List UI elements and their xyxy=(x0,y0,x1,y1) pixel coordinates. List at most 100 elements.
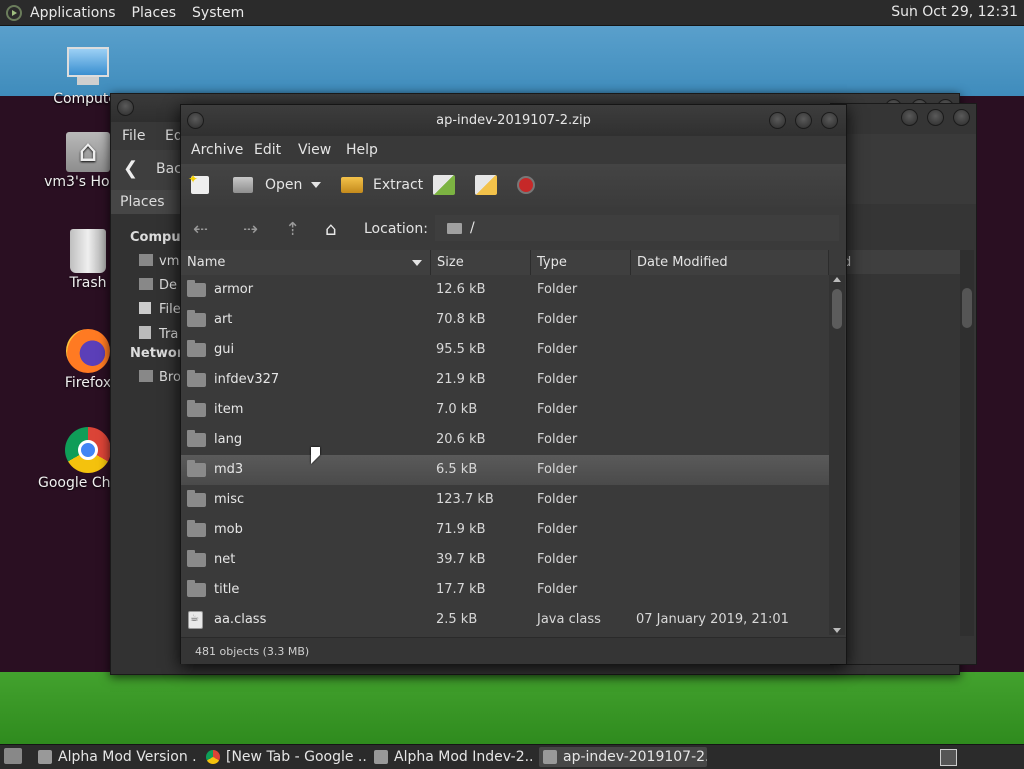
taskbar-item-chrome[interactable]: [New Tab - Google ... xyxy=(206,747,366,767)
column-header-size[interactable]: Size xyxy=(431,250,531,275)
file-name: art xyxy=(214,312,233,327)
maximize-icon[interactable] xyxy=(927,109,944,126)
sidebar-item-label: File xyxy=(159,302,181,317)
home-icon[interactable]: ⌂ xyxy=(325,219,336,240)
sidebar-item-desktop[interactable]: De xyxy=(139,278,177,293)
open-dropdown-button[interactable] xyxy=(311,172,321,198)
add-files-button[interactable] xyxy=(433,172,455,198)
up-arrow-icon[interactable]: ⇡ xyxy=(285,219,300,240)
menu-view[interactable]: View xyxy=(298,142,331,158)
sort-descending-icon xyxy=(412,260,422,266)
file-type: Folder xyxy=(537,402,578,417)
sidebar-item-browse-network[interactable]: Bro xyxy=(139,370,181,385)
window-menu-icon[interactable] xyxy=(117,99,134,116)
background-scrollbar[interactable] xyxy=(960,250,974,636)
location-field[interactable]: / xyxy=(435,215,839,241)
back-arrow-icon[interactable]: ❮ xyxy=(123,158,138,179)
menu-help[interactable]: Help xyxy=(346,142,378,158)
file-row[interactable]: lang 20.6 kB Folder xyxy=(181,425,829,455)
open-button[interactable]: Open xyxy=(233,172,302,198)
file-row[interactable]: mob 71.9 kB Folder xyxy=(181,515,829,545)
file-name: net xyxy=(214,552,236,567)
menu-file[interactable]: File xyxy=(122,128,145,144)
menu-edit[interactable]: Edit xyxy=(254,142,281,158)
top-panel: Applications Places System Sun Oct 29, 1… xyxy=(0,0,1024,26)
stop-icon xyxy=(517,176,535,194)
file-name: aa.class xyxy=(214,612,267,627)
scrollbar-thumb[interactable] xyxy=(962,288,972,328)
file-size: 21.9 kB xyxy=(436,372,486,387)
file-row[interactable]: aa.class 2.5 kB Java class 07 January 2019,… xyxy=(181,605,829,635)
trash-icon xyxy=(70,229,106,273)
column-header: d xyxy=(831,250,961,274)
places-menu[interactable]: Places xyxy=(124,5,185,21)
desktop-icon xyxy=(139,278,153,290)
back-arrow-icon[interactable]: ⇠ xyxy=(193,219,208,240)
folder-icon xyxy=(187,460,206,477)
taskbar-item-archive-2[interactable]: ap-indev-2019107-2... xyxy=(539,747,707,767)
file-row[interactable]: misc 123.7 kB Folder xyxy=(181,485,829,515)
background-archive-window[interactable]: d xyxy=(830,103,977,665)
scroll-up-icon[interactable] xyxy=(833,277,841,282)
places-header[interactable]: Places xyxy=(111,190,183,214)
clock[interactable]: Sun Oct 29, 12:31 xyxy=(891,4,1018,20)
file-list-scrollbar[interactable] xyxy=(829,275,845,635)
close-icon[interactable] xyxy=(821,112,838,129)
minimize-icon[interactable] xyxy=(769,112,786,129)
window-titlebar[interactable]: ap-indev-2019107-2.zip xyxy=(181,105,846,136)
extract-button[interactable]: Extract xyxy=(341,172,423,198)
distro-logo-icon[interactable] xyxy=(6,4,22,21)
sidebar-item-home[interactable]: vm xyxy=(139,254,179,269)
add-folder-icon xyxy=(475,175,497,195)
file-size: 12.6 kB xyxy=(436,282,486,297)
folder-icon xyxy=(187,310,206,327)
column-header-type[interactable]: Type xyxy=(531,250,631,275)
archive-icon xyxy=(543,750,557,764)
sidebar-item-trash[interactable]: Tra xyxy=(139,326,178,342)
close-icon[interactable] xyxy=(953,109,970,126)
stop-button[interactable] xyxy=(517,172,535,198)
show-desktop-icon[interactable] xyxy=(4,748,22,764)
file-row[interactable]: md3 6.5 kB Folder xyxy=(181,455,829,485)
mouse-cursor-icon xyxy=(311,447,320,464)
scroll-down-icon[interactable] xyxy=(833,628,841,633)
file-row[interactable]: armor 12.6 kB Folder xyxy=(181,275,829,305)
toolbar: ✦ Open Extract xyxy=(181,164,846,208)
window-title: ap-indev-2019107-2.zip xyxy=(436,113,591,128)
folder-icon xyxy=(139,254,153,266)
drive-icon xyxy=(139,302,151,314)
file-row[interactable]: item 7.0 kB Folder xyxy=(181,395,829,425)
column-header-date-modified[interactable]: Date Modified xyxy=(631,250,829,275)
taskbar-item-label: ap-indev-2019107-2... xyxy=(563,749,707,765)
workspace-switcher-icon[interactable] xyxy=(940,749,957,766)
file-row[interactable]: title 17.7 kB Folder xyxy=(181,575,829,605)
sidebar-item-filesystem[interactable]: File xyxy=(139,302,181,317)
toolbar xyxy=(831,134,976,204)
add-folder-button[interactable] xyxy=(475,172,497,198)
file-size: 20.6 kB xyxy=(436,432,486,447)
system-menu[interactable]: System xyxy=(184,5,252,21)
location-bar: ⇠ ⇢ ⇡ ⌂ Location: / xyxy=(181,207,846,249)
file-size: 2.5 kB xyxy=(436,612,478,627)
applications-menu[interactable]: Applications xyxy=(22,5,124,21)
new-archive-button[interactable]: ✦ xyxy=(188,172,209,198)
maximize-icon[interactable] xyxy=(795,112,812,129)
file-row[interactable]: art 70.8 kB Folder xyxy=(181,305,829,335)
taskbar-item-archive-1[interactable]: Alpha Mod Indev-2... xyxy=(374,747,534,767)
menu-archive[interactable]: Archive xyxy=(191,142,243,158)
file-size: 7.0 kB xyxy=(436,402,478,417)
file-row[interactable]: net 39.7 kB Folder xyxy=(181,545,829,575)
taskbar-item-file-manager[interactable]: Alpha Mod Version ... xyxy=(38,747,198,767)
minimize-icon[interactable] xyxy=(901,109,918,126)
scrollbar-thumb[interactable] xyxy=(832,289,842,329)
folder-icon xyxy=(187,550,206,567)
file-row[interactable]: infdev327 21.9 kB Folder xyxy=(181,365,829,395)
trash-icon xyxy=(139,326,151,339)
archive-manager-window[interactable]: ap-indev-2019107-2.zip Archive Edit View… xyxy=(180,104,847,664)
file-name: gui xyxy=(214,342,235,357)
extract-icon xyxy=(341,177,363,193)
taskbar-item-label: [New Tab - Google ... xyxy=(226,749,366,765)
file-row[interactable]: gui 95.5 kB Folder xyxy=(181,335,829,365)
column-header-name[interactable]: Name xyxy=(181,250,431,275)
forward-arrow-icon[interactable]: ⇢ xyxy=(243,219,258,240)
